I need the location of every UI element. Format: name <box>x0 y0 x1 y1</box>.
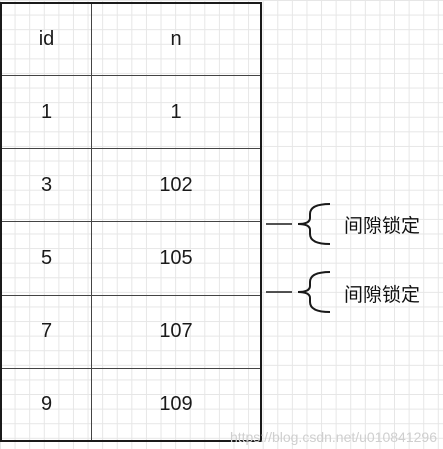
cell-id: 7 <box>2 294 92 369</box>
column-header-n: n <box>91 4 260 77</box>
record-table-container: id n 1 1 3 102 5 105 7 107 9 109 <box>0 2 262 442</box>
cell-n: 1 <box>91 75 260 150</box>
cell-n: 105 <box>91 221 260 296</box>
table-row: 1 1 <box>2 75 260 150</box>
cell-id: 9 <box>2 367 92 440</box>
record-table: id n 1 1 3 102 5 105 7 107 9 109 <box>2 4 260 440</box>
curly-brace-2 <box>297 271 331 313</box>
cell-n: 107 <box>91 294 260 369</box>
table-row: 9 109 <box>2 367 260 440</box>
gap-lock-label-1: 间隙锁定 <box>344 215 421 237</box>
table-row: 7 107 <box>2 294 260 369</box>
table-row: 5 105 <box>2 221 260 296</box>
gap-brace-1 <box>266 203 331 245</box>
cell-n: 102 <box>91 148 260 223</box>
table-row: 3 102 <box>2 148 260 223</box>
column-header-id: id <box>2 4 92 77</box>
cell-id: 5 <box>2 221 92 296</box>
cell-id: 1 <box>2 75 92 150</box>
table-header-row: id n <box>2 4 260 77</box>
gap-lock-label-2: 间隙锁定 <box>344 284 421 306</box>
watermark-text: https://blog.csdn.net/u010841296 <box>229 429 437 445</box>
gap-brace-2 <box>266 271 331 313</box>
cell-id: 3 <box>2 148 92 223</box>
curly-brace-1 <box>297 203 331 245</box>
